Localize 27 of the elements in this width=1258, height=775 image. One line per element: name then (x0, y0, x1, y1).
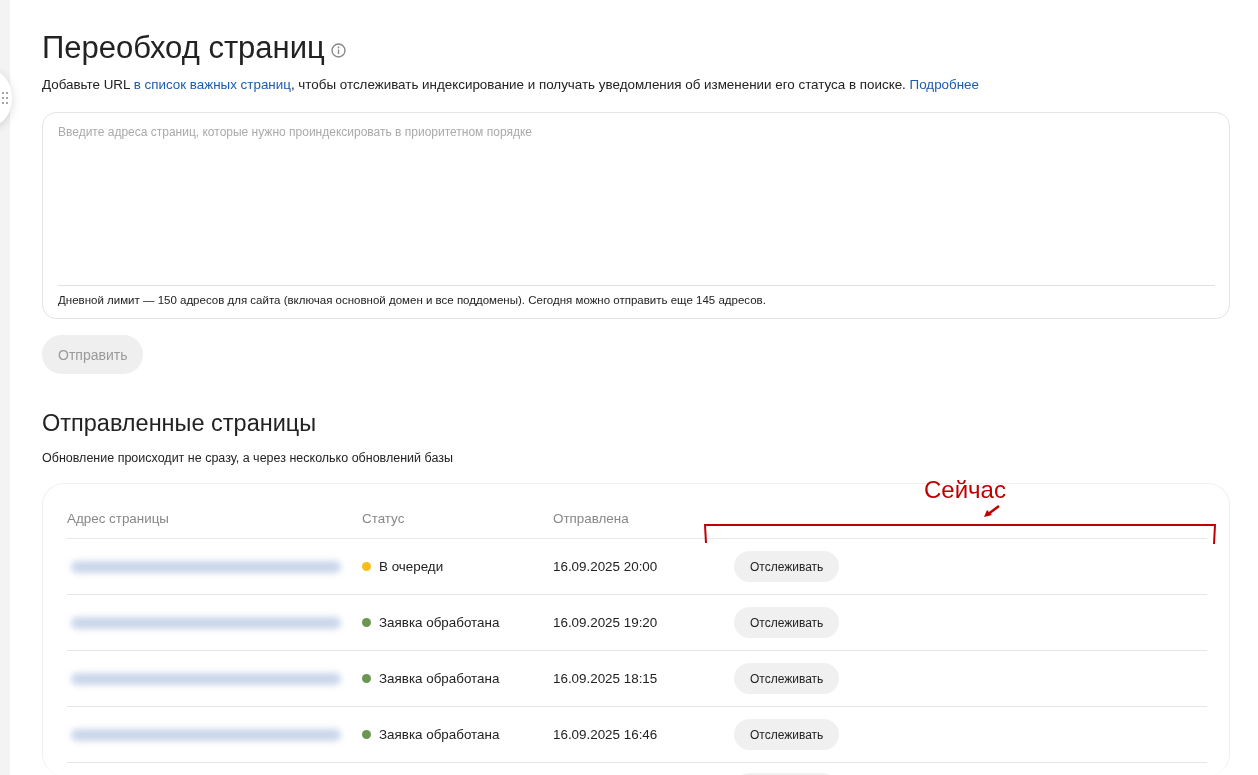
sent-date: 16.09.2025 19:20 (553, 615, 659, 630)
track-button[interactable]: Отслеживать (734, 663, 840, 694)
status-text: Заявка обработана (379, 671, 500, 686)
column-header: Отправлена (553, 510, 630, 526)
limit-note: Дневной лимит — 150 адресов для сайта (включая основной домен и все поддомены). Сегодня можно отправить еще 145 адресов. (58, 293, 767, 308)
track-button[interactable]: Отслеживать (734, 551, 840, 582)
track-button[interactable]: Отслеживать (734, 719, 840, 750)
column-header: Адрес страницы (67, 509, 170, 528)
grip-icon (2, 92, 8, 104)
annotation-label: Сейчас (924, 476, 1006, 504)
column-header: Статус (362, 510, 406, 526)
status-text: Заявка обработана (379, 615, 500, 630)
arrow-icon (983, 504, 1001, 518)
status-text: Заявка обработана (379, 727, 500, 742)
status-text: В очереди (379, 559, 444, 574)
section-subtitle: Обновление происходит не сразу, а через несколько обновлений базы (42, 450, 454, 466)
info-icon[interactable] (330, 42, 346, 58)
sent-date: 16.09.2025 18:15 (553, 671, 659, 686)
page-title: Переобход страниц (42, 29, 325, 67)
description-text: Добавьте URL в список важных страниц, чтобы отслеживать индексирование и получать уведомления об изменении его статуса в поиске. Подробнее (42, 76, 980, 94)
section-title: Отправленные страницы (42, 409, 318, 438)
link[interactable]: Подробнее (909, 77, 979, 92)
sent-date: 16.09.2025 20:00 (553, 559, 659, 574)
url-textarea[interactable]: Введите адреса страниц, которые нужно проиндексировать в приоритетном порядке Дневной лимит — 150 адресов для сайта (включая основной домен и все поддомены). Сегодня можно отправить еще 145 адресов. (42, 112, 1230, 319)
track-button[interactable]: Отслеживать (734, 607, 840, 638)
link[interactable]: в список важных страниц (133, 77, 291, 92)
sent-date: 16.09.2025 16:46 (553, 727, 659, 742)
